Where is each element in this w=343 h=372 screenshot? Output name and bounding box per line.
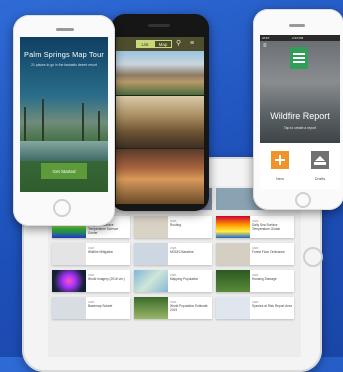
phone-right-speaker (289, 24, 305, 27)
plus-document-icon (271, 151, 289, 169)
list-item[interactable]: WEB Basemap Subset (52, 297, 130, 319)
card-title: Mapping Population (170, 277, 199, 281)
page-title: Palm Springs Map Tour (24, 50, 104, 59)
new-report-tile[interactable]: New (260, 145, 300, 189)
tablet-home-button[interactable] (303, 247, 323, 267)
hero-image: ≡ Wildfire Report Tap to create a report (260, 41, 340, 143)
list-item[interactable]: WEB Daily Sea Surface Temperature Global (216, 216, 294, 238)
list-item[interactable]: WEB Routing (134, 216, 212, 238)
page-title: Wildfire Report (270, 111, 330, 121)
card-thumbnail (52, 243, 86, 265)
card-title: MODIS Baseline (170, 250, 194, 254)
list-item[interactable]: WEB Mapping Population (134, 270, 212, 292)
card-thumbnail (216, 270, 250, 292)
photo-restaurant[interactable] (116, 149, 204, 204)
card-thumbnail (134, 243, 168, 265)
status-carrier: AT&T (262, 36, 270, 40)
list-item[interactable]: WEB Forest Floor Ordinance (216, 243, 294, 265)
list-item[interactable]: WEB World Population Estimate 2015 (134, 297, 212, 319)
palm-tree (42, 99, 44, 143)
card-title: Basemap Subset (88, 304, 113, 308)
phone-left-home-button[interactable] (53, 199, 71, 217)
card-thumbnail (52, 270, 86, 292)
menu-icon[interactable]: ≡ (190, 40, 198, 48)
phone-middle-screen: List Map ⚲ ≡ (116, 37, 204, 204)
filter-icon[interactable]: ⚲ (176, 40, 184, 48)
card-thumbnail (216, 216, 250, 238)
tab-map[interactable]: Map (154, 40, 172, 48)
phone-left-screen: Palm Springs Map Tour 21 places to go in… (20, 37, 108, 192)
photo-mountains[interactable] (116, 51, 204, 95)
list-item[interactable]: WEB Species at Risk Report Area (216, 297, 294, 319)
phone-middle-speaker (148, 24, 170, 27)
list-item[interactable]: WEB Wildfire Mitigation (52, 243, 130, 265)
palm-tree (24, 107, 26, 143)
form-icon (290, 47, 308, 69)
card-title: Wildfire Mitigation (88, 250, 114, 254)
card-thumbnail (134, 270, 168, 292)
card-title: Forest Floor Ordinance (252, 250, 285, 254)
card-title: Housing Damage (252, 277, 277, 281)
card-thumbnail (216, 297, 250, 319)
photo-terrace[interactable] (116, 96, 204, 148)
palm-tree (82, 103, 84, 143)
menu-icon[interactable]: ≡ (263, 43, 267, 49)
drafts-label: Drafts (314, 176, 326, 181)
card-thumbnail (134, 216, 168, 238)
card-title: World Imagery (2016 ver.) (88, 277, 125, 281)
card-thumbnail (52, 297, 86, 319)
phone-middle-toolbar: List Map ⚲ ≡ (116, 37, 204, 51)
list-item[interactable]: WEB World Imagery (2016 ver.) (52, 270, 130, 292)
card-title: Routing (170, 223, 181, 227)
list-item[interactable]: WEB MODIS Baseline (134, 243, 212, 265)
phone-right-home-button[interactable] (295, 192, 311, 208)
phone-left-speaker (56, 28, 74, 31)
get-started-button[interactable]: Get Started (41, 163, 87, 179)
new-label: New (275, 176, 284, 181)
card-title: World Population Estimate 2015 (170, 304, 208, 312)
list-item[interactable]: WEB Housing Damage (216, 270, 294, 292)
card-thumbnail (134, 297, 168, 319)
tab-list[interactable]: List (136, 40, 154, 48)
card-title: Daily Sea Surface Temperature Global (252, 223, 280, 231)
inbox-tray-icon (311, 151, 329, 169)
phone-right-screen: AT&T 2:23 PM ≡ Wildfire Report Tap to cr… (260, 35, 340, 189)
page-subtitle: 21 places to go in the fantastic desert … (31, 63, 97, 67)
card-title: Species at Risk Report Area (252, 304, 292, 308)
page-subtitle: Tap to create a report (283, 126, 317, 130)
pond-reflection (20, 141, 108, 161)
palm-tree (98, 111, 100, 143)
card-thumbnail (216, 243, 250, 265)
drafts-tile[interactable]: Drafts (300, 145, 340, 189)
